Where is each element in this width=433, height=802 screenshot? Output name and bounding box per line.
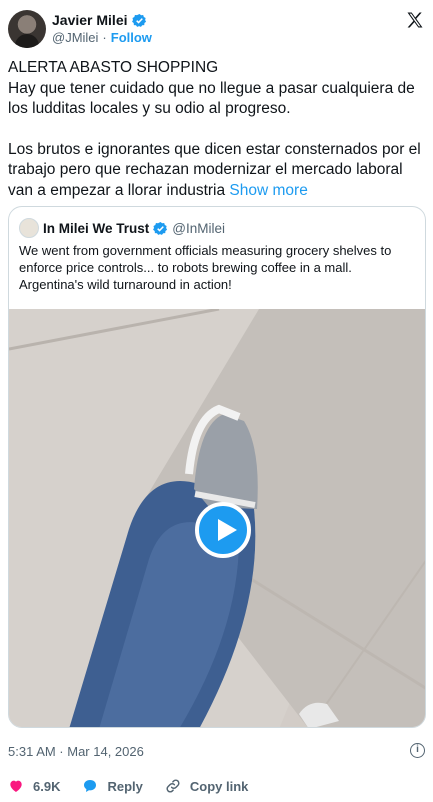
copy-link-button[interactable]: Copy link [165, 778, 249, 794]
heart-icon [10, 780, 22, 792]
quote-text: We went from government officials measur… [19, 243, 392, 292]
tweet-paragraph-1: ALERTA ABASTO SHOPPING Hay que tener cui… [8, 59, 415, 117]
author-handle[interactable]: @JMilei [52, 30, 98, 45]
link-icon [166, 779, 180, 793]
video-thumbnail[interactable] [9, 309, 425, 727]
info-icon[interactable]: i [410, 743, 425, 758]
quote-avatar [19, 218, 39, 238]
verified-badge-icon [131, 13, 146, 27]
quote-author-handle: @InMilei [172, 220, 225, 236]
play-button[interactable] [195, 502, 251, 558]
copy-link-label: Copy link [189, 778, 249, 794]
handle-row: @JMilei · Follow [52, 30, 152, 45]
reply-label: Reply [107, 778, 143, 794]
likes-count: 6.9K [33, 778, 61, 794]
author-avatar[interactable] [8, 10, 46, 48]
quoted-tweet[interactable]: In Milei We Trust @InMilei We went from … [8, 206, 426, 728]
follow-button[interactable]: Follow [111, 30, 152, 45]
x-logo-icon[interactable] [405, 10, 425, 30]
separator-dot: · [102, 30, 107, 45]
author-name-row: Javier Milei [52, 12, 147, 28]
tweet-meta: 5:31 AM · Mar 14, 2026 i [8, 743, 425, 759]
tweet-header: Javier Milei @JMilei · Follow [8, 8, 425, 48]
reply-button[interactable]: Reply [82, 778, 143, 794]
reply-icon [84, 780, 97, 792]
quote-header: In Milei We Trust @InMilei [19, 218, 225, 238]
timestamp[interactable]: 5:31 AM · Mar 14, 2026 [8, 744, 144, 759]
tweet-text: ALERTA ABASTO SHOPPING Hay que tener cui… [8, 58, 428, 221]
author-name[interactable]: Javier Milei [52, 12, 128, 28]
tweet-paragraph-2-text: Los brutos e ignorantes que dicen estar … [8, 140, 421, 199]
action-bar: 6.9K Reply Copy link [8, 778, 248, 794]
like-button[interactable]: 6.9K [8, 778, 60, 794]
quote-author-name: In Milei We Trust [43, 220, 150, 236]
show-more-link[interactable]: Show more [229, 182, 307, 199]
tweet-paragraph-2: Los brutos e ignorantes que dicen estar … [8, 140, 428, 202]
verified-badge-icon [153, 221, 168, 235]
